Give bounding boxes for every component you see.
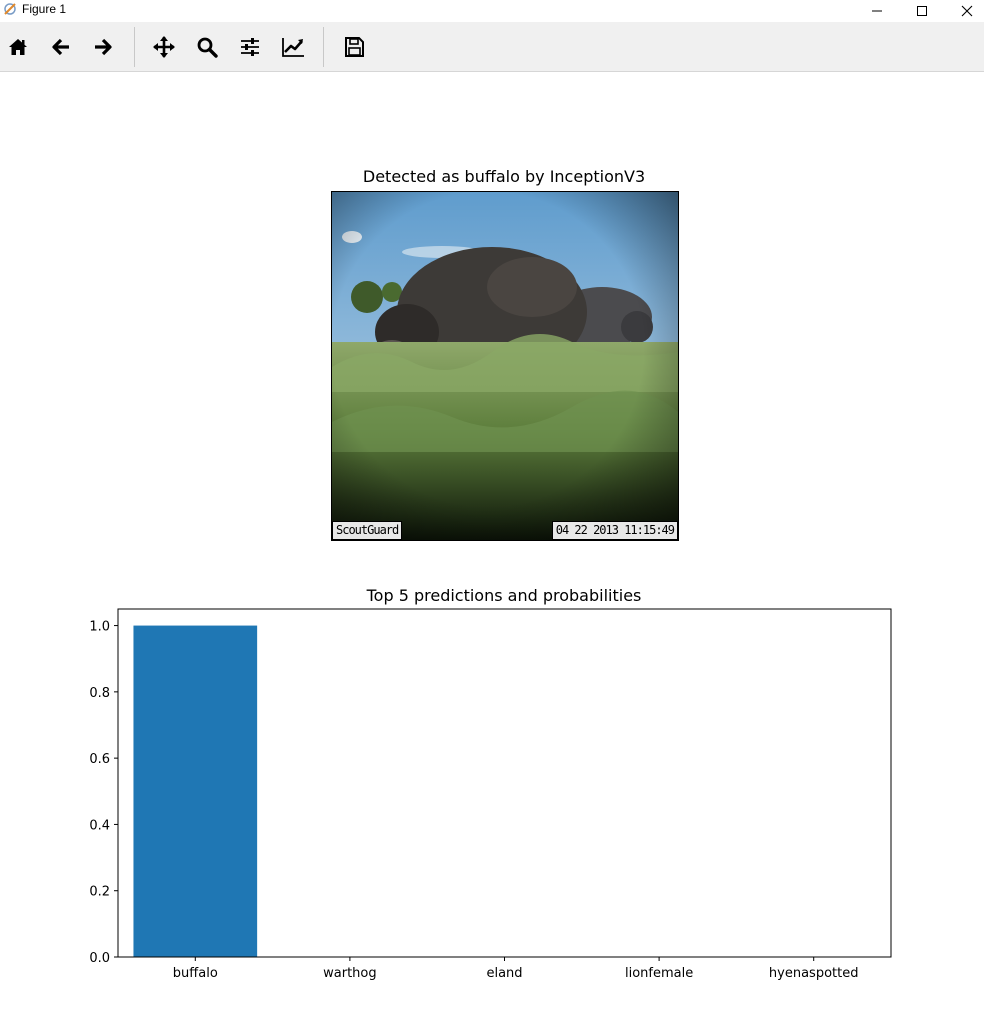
zoom-icon [197, 37, 218, 58]
close-icon [961, 5, 973, 17]
bar-buffalo [133, 625, 258, 957]
window-title: Figure 1 [22, 2, 67, 16]
chart-title: Top 5 predictions and probabilities [366, 586, 642, 605]
y-tick-label: 0.4 [89, 818, 110, 833]
axes-frame [117, 608, 892, 958]
pan-icon [153, 36, 175, 58]
x-tick-label: lionfemale [625, 966, 693, 981]
toolbar-separator [323, 27, 324, 67]
window-title-bar: Figure 1 [0, 0, 984, 22]
y-axis: 0.0 0.2 0.4 0.6 0.8 1.0 [89, 620, 118, 966]
configure-subplots-button[interactable] [233, 30, 267, 64]
home-icon [9, 39, 27, 55]
edit-axis-icon [282, 38, 304, 57]
forward-arrow-icon [95, 38, 112, 56]
camera-timestamp: 04 22 2013 11:15:49 [551, 521, 678, 540]
x-axis: buffalo warthog eland lionfemale hyenaspotte… [173, 957, 859, 981]
forward-button[interactable] [86, 30, 120, 64]
bars-group [133, 625, 258, 957]
x-tick-label: buffalo [173, 966, 218, 981]
save-button[interactable] [337, 30, 371, 64]
camera-brand-stamp: ScoutGuard [332, 521, 403, 540]
y-tick-label: 0.8 [89, 686, 110, 701]
save-icon [345, 37, 364, 57]
photo-illustration [332, 192, 678, 540]
pan-button[interactable] [147, 30, 181, 64]
edit-axis-button[interactable] [276, 30, 310, 64]
x-tick-label: hyenaspotted [769, 966, 859, 981]
toolbar-separator [134, 27, 135, 67]
app-icon [4, 3, 16, 15]
minimize-button[interactable] [854, 0, 900, 22]
back-arrow-icon [52, 38, 69, 56]
y-tick-label: 0.2 [89, 885, 110, 900]
y-tick-label: 0.6 [89, 752, 110, 767]
y-tick-label: 1.0 [89, 620, 110, 635]
camera-trap-photo: ScoutGuard 04 22 2013 11:15:49 [331, 191, 679, 541]
matplotlib-toolbar [0, 22, 984, 72]
minimize-icon [872, 10, 882, 12]
x-tick-label: eland [486, 966, 522, 981]
back-button[interactable] [44, 30, 78, 64]
home-button[interactable] [1, 30, 35, 64]
configure-subplots-icon [241, 38, 259, 56]
maximize-button[interactable] [899, 0, 945, 22]
image-title: Detected as buffalo by InceptionV3 [362, 167, 646, 186]
maximize-icon [917, 6, 927, 16]
y-tick-label: 0.0 [89, 951, 110, 966]
close-button[interactable] [944, 0, 984, 22]
x-tick-label: warthog [323, 966, 377, 981]
zoom-button[interactable] [190, 30, 224, 64]
